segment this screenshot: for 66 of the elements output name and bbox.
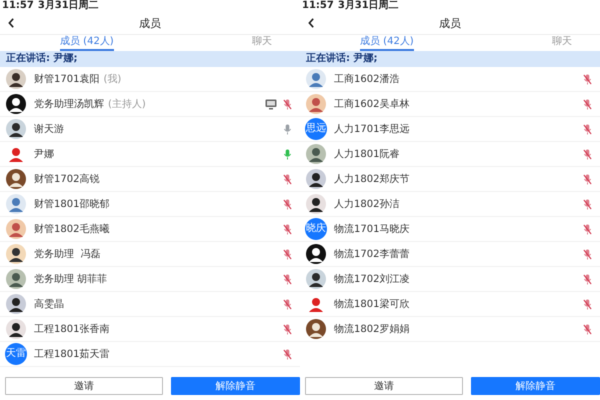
member-name: 人力1801阮睿	[334, 148, 400, 161]
member-name: 党务助理 冯磊	[34, 248, 100, 261]
back-icon[interactable]	[8, 18, 15, 28]
page-title: 成员	[139, 16, 161, 30]
member-name: 人力1802郑庆节	[334, 172, 410, 186]
microphone-icon[interactable]	[583, 224, 592, 234]
member-name: 物流1702刘江凌	[334, 272, 410, 286]
status-time: 11:57	[302, 1, 334, 11]
microphone-icon[interactable]	[283, 148, 292, 160]
member-name: 物流1701马晓庆	[334, 222, 410, 236]
member-name: 财管1701袁阳	[34, 72, 100, 86]
microphone-icon[interactable]	[583, 124, 592, 134]
page-title: 成员	[439, 16, 461, 30]
status-date: 3月31日周二	[38, 1, 99, 11]
member-role: (主持人)	[108, 98, 146, 111]
avatar: 天雷	[5, 343, 27, 365]
tab[interactable]: 聊天	[464, 35, 600, 51]
microphone-icon[interactable]	[583, 98, 592, 110]
microphone-icon[interactable]	[583, 324, 592, 334]
speaking-banner: 正在讲话: 尹娜;	[300, 51, 600, 67]
status-time: 11:57	[2, 1, 34, 11]
microphone-icon[interactable]	[283, 274, 292, 284]
invite-button[interactable]: 邀请	[305, 377, 463, 395]
status-date: 3月31日周二	[338, 1, 399, 11]
member-name: 财管1802毛燕曦	[34, 222, 110, 236]
member-name: 党务助理汤凯辉	[34, 98, 104, 111]
microphone-icon[interactable]	[583, 298, 592, 310]
microphone-icon[interactable]	[283, 248, 292, 260]
microphone-icon[interactable]	[283, 198, 292, 210]
member-name: 物流1802罗娟娟	[334, 322, 410, 336]
member-name: 财管1801邵晓郁	[34, 198, 110, 211]
avatar: 思远	[305, 118, 327, 140]
member-name: 物流1702李蕾蕾	[334, 248, 410, 261]
avatar: 晓庆	[305, 218, 327, 240]
microphone-icon[interactable]	[583, 174, 592, 184]
microphone-icon[interactable]	[283, 324, 292, 334]
microphone-icon[interactable]	[583, 248, 592, 260]
microphone-icon[interactable]	[583, 198, 592, 210]
microphone-icon[interactable]	[283, 298, 292, 310]
microphone-icon[interactable]	[583, 148, 592, 160]
microphone-icon[interactable]	[283, 174, 292, 184]
member-name: 财管1702高锐	[34, 172, 100, 186]
microphone-icon[interactable]	[583, 74, 592, 84]
member-name: 物流1801梁可欣	[334, 298, 410, 311]
microphone-icon[interactable]	[583, 274, 592, 284]
member-name: 尹娜	[34, 148, 54, 161]
unmute-button[interactable]: 解除静音	[471, 377, 600, 395]
microphone-icon[interactable]	[283, 224, 292, 234]
member-name: 谢天游	[34, 122, 64, 136]
member-name: 高雯晶	[34, 298, 64, 311]
member-name: 工商1602潘浩	[334, 72, 400, 86]
member-name: 人力1701李思远	[334, 122, 410, 136]
member-name: 人力1802孙洁	[334, 198, 400, 211]
speaking-banner: 正在讲话: 尹娜;	[0, 51, 300, 67]
member-name: 工商1602吴卓林	[334, 98, 410, 111]
invite-button[interactable]: 邀请	[5, 377, 163, 395]
tab[interactable]: 聊天	[164, 35, 300, 51]
microphone-icon[interactable]	[283, 98, 292, 110]
microphone-icon[interactable]	[283, 348, 292, 360]
member-role: (我)	[103, 72, 122, 86]
microphone-icon[interactable]	[283, 124, 292, 134]
back-icon[interactable]	[308, 18, 315, 28]
member-name: 工程1801张香南	[34, 322, 110, 336]
unmute-button[interactable]: 解除静音	[171, 377, 300, 395]
member-name: 党务助理 胡菲菲	[34, 272, 108, 286]
member-name: 工程1801茹天雷	[34, 348, 110, 361]
